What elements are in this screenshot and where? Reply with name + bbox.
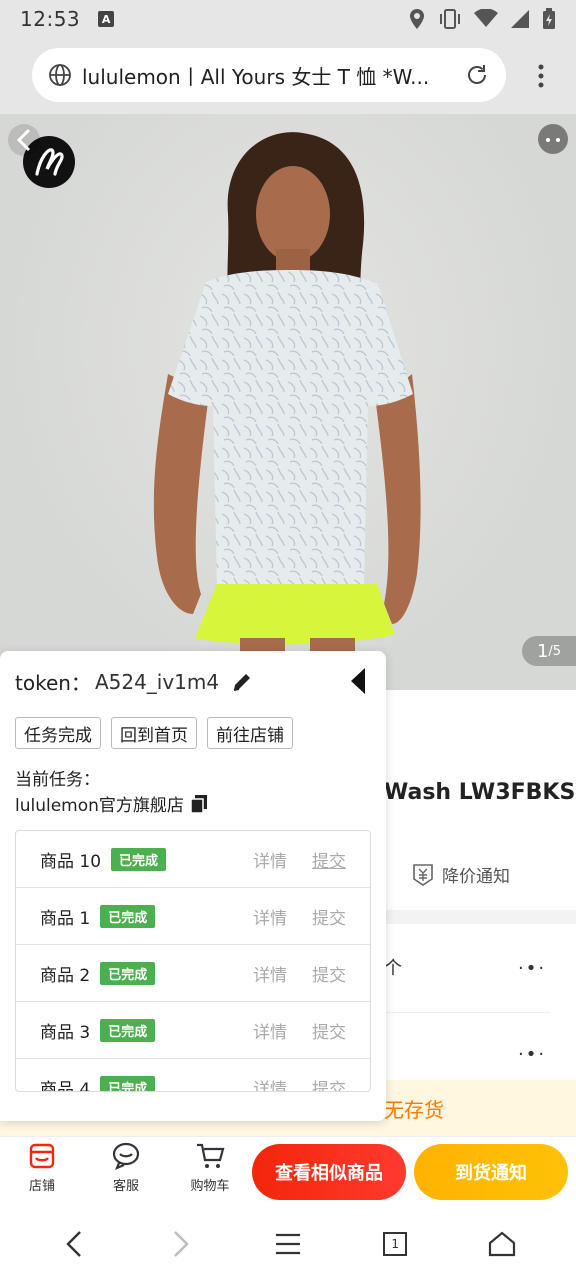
service-tab-label: 客服 (112, 1179, 139, 1194)
list-item: 商品 2 已完成 详情 提交 (16, 945, 370, 1002)
task-done-button[interactable]: 任务完成 (15, 717, 101, 749)
task-item-list[interactable]: 商品 10 已完成 详情 提交 商品 1 已完成 详情 提交 商品 2 已完成 … (15, 830, 371, 1092)
detail-link[interactable]: 详情 (253, 1075, 287, 1092)
chevron-left-icon (65, 1231, 81, 1257)
model-photo (153, 132, 421, 690)
item-name: 商品 10 (40, 851, 102, 872)
price-notice-label: 降价通知 (442, 867, 510, 887)
more-vertical-icon[interactable] (538, 64, 544, 88)
cart-tab-label: 购物车 (190, 1179, 230, 1194)
back-button[interactable] (8, 124, 40, 156)
status-time: 12:53 (20, 7, 81, 31)
store-name: lululemon官方旗舰店 (15, 796, 184, 816)
detail-link[interactable]: 详情 (253, 961, 287, 986)
more-options-button[interactable] (538, 124, 568, 154)
edit-pencil-icon[interactable] (231, 671, 253, 693)
nav-forward-button[interactable] (153, 1216, 209, 1272)
browser-nav-bar: 1 (0, 1208, 576, 1280)
status-badge: 已完成 (111, 847, 167, 871)
location-icon (410, 9, 424, 29)
back-home-button[interactable]: 回到首页 (111, 717, 197, 749)
submit-link[interactable]: 提交 (312, 847, 346, 872)
list-item: 商品 4 已完成 详情 提交 (16, 1059, 370, 1092)
page-total: /5 (548, 643, 562, 659)
tab-count: 1 (391, 1237, 399, 1251)
image-page-counter: 1/5 (522, 636, 576, 666)
item-name: 商品 4 (40, 1079, 91, 1092)
home-icon (489, 1231, 516, 1257)
detail-link[interactable]: 详情 (253, 847, 287, 872)
browser-toolbar: lululemon丨All Yours 女士 T 恤 *W... (0, 38, 576, 114)
store-tab-label: 店铺 (28, 1179, 55, 1194)
product-image-carousel[interactable]: 1/5 (0, 114, 576, 690)
chevron-left-icon (16, 128, 31, 152)
submit-link[interactable]: 提交 (312, 904, 346, 929)
status-bar: 12:53 A (0, 0, 576, 38)
arrival-notice-button[interactable]: 到货通知 (414, 1144, 568, 1200)
battery-icon (543, 8, 555, 29)
item-name: 商品 1 (40, 908, 91, 929)
nav-tabs-button[interactable]: 1 (367, 1216, 423, 1272)
current-task-label: 当前任务： (15, 770, 100, 790)
go-store-button[interactable]: 前往店铺 (207, 717, 293, 749)
price-tag-icon (413, 863, 433, 886)
copy-icon[interactable] (190, 794, 208, 814)
page-current: 1 (536, 640, 549, 662)
more-horizontal-icon (546, 138, 560, 142)
panel-button-row: 任务完成 回到首页 前往店铺 (15, 717, 293, 749)
token-row: token： A524_iv1m4 (15, 667, 253, 696)
bottom-action-bar: 店铺 客服 购物车 查看相似商品 到货通知 (0, 1136, 576, 1208)
collapse-triangle-icon[interactable] (350, 667, 366, 695)
spec-row-label[interactable]: 个 (384, 954, 402, 980)
status-badge: 已完成 (100, 961, 156, 985)
status-badge: 已完成 (100, 1075, 156, 1091)
nav-back-button[interactable] (46, 1216, 102, 1272)
signal-icon (511, 10, 529, 28)
list-item: 商品 10 已完成 详情 提交 (16, 831, 370, 888)
list-item: 商品 1 已完成 详情 提交 (16, 888, 370, 945)
page-title-url[interactable]: lululemon丨All Yours 女士 T 恤 *W... (82, 61, 452, 90)
nav-menu-button[interactable] (260, 1216, 316, 1272)
price-notice-link[interactable]: 降价通知 (412, 862, 510, 887)
submit-link[interactable]: 提交 (312, 961, 346, 986)
address-bar[interactable]: lululemon丨All Yours 女士 T 恤 *W... (32, 48, 506, 102)
detail-link[interactable]: 详情 (253, 904, 287, 929)
store-row: lululemon官方旗舰店 (15, 791, 208, 816)
spec-divider (384, 1012, 550, 1013)
chat-service-icon (112, 1142, 140, 1171)
detail-link[interactable]: 详情 (253, 1018, 287, 1043)
menu-icon (275, 1233, 300, 1255)
chevron-right-icon (173, 1231, 189, 1257)
stock-status-text: 无存货 (384, 1098, 444, 1122)
nav-home-button[interactable] (474, 1216, 530, 1272)
store-tab[interactable]: 店铺 (12, 1141, 72, 1194)
reload-icon[interactable] (464, 62, 490, 88)
service-tab[interactable]: 客服 (96, 1141, 156, 1194)
wifi-icon (474, 9, 498, 27)
product-title: Wash LW3FBKS (384, 780, 576, 805)
spec-row-more-icon[interactable]: ·•· (518, 958, 546, 979)
spec-row-more-icon[interactable]: ·•· (518, 1044, 546, 1065)
cart-tab[interactable]: 购物车 (180, 1141, 240, 1194)
view-similar-button[interactable]: 查看相似商品 (252, 1144, 406, 1200)
task-panel: token： A524_iv1m4 任务完成 回到首页 前往店铺 当前任务： l… (0, 651, 386, 1121)
item-name: 商品 3 (40, 1022, 91, 1043)
list-item: 商品 3 已完成 详情 提交 (16, 1002, 370, 1059)
status-badge: 已完成 (100, 1018, 156, 1042)
vibrate-icon (440, 9, 460, 29)
store-icon (29, 1143, 55, 1169)
globe-icon (49, 64, 71, 86)
token-value: A524_iv1m4 (94, 669, 220, 694)
item-name: 商品 2 (40, 965, 91, 986)
token-label: token： (15, 671, 91, 695)
status-badge: 已完成 (100, 904, 156, 928)
keyboard-indicator-icon: A (98, 11, 115, 27)
status-icons (408, 8, 556, 30)
shopping-cart-icon (197, 1143, 225, 1168)
submit-link[interactable]: 提交 (312, 1018, 346, 1043)
submit-link[interactable]: 提交 (312, 1075, 346, 1092)
